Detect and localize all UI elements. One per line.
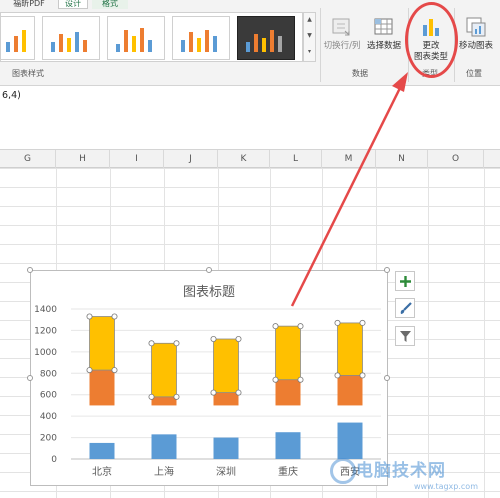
- selection-handle: [272, 376, 279, 383]
- watermark-url: www.tagxp.com: [414, 482, 478, 491]
- chart-style-3[interactable]: [107, 16, 165, 60]
- selection-handle: [235, 336, 242, 343]
- watermark: 电脑技术网 www.tagxp.com: [326, 452, 498, 496]
- group-label-location: 位置: [466, 69, 482, 78]
- chart-resize-handle-tc[interactable]: [206, 267, 212, 273]
- y-tick-label: 800: [40, 369, 57, 379]
- x-tick-label: 重庆: [278, 465, 298, 478]
- gallery-down-icon[interactable]: ▼: [304, 31, 315, 41]
- y-tick-label: 0: [51, 455, 57, 465]
- formula-text: 6,4): [2, 90, 21, 101]
- chart-resize-handle-ml[interactable]: [27, 375, 33, 381]
- y-tick-label: 1200: [34, 326, 57, 336]
- selection-handle: [297, 323, 304, 330]
- bar-series-1: [213, 437, 239, 459]
- bar-series-2: [337, 375, 363, 406]
- paintbrush-icon: [400, 302, 412, 314]
- select-data-icon: [374, 18, 393, 35]
- chart-resize-handle-tl[interactable]: [27, 267, 33, 273]
- bar-series-3: [213, 338, 239, 393]
- tab-format[interactable]: 格式: [92, 0, 128, 9]
- chart-style-1[interactable]: [1, 16, 35, 60]
- chart-elements-button[interactable]: [395, 271, 415, 291]
- selection-handle: [210, 336, 217, 343]
- y-tick-label: 600: [40, 391, 57, 401]
- move-chart-button[interactable]: 移动图表: [456, 12, 496, 66]
- column-header-k[interactable]: K: [218, 150, 270, 168]
- chart-filters-button[interactable]: [395, 326, 415, 346]
- column-header-m[interactable]: M: [322, 150, 376, 168]
- chart-style-2[interactable]: [42, 16, 100, 60]
- switch-row-column-label: 切换行/列: [323, 41, 361, 51]
- selection-handle: [297, 376, 304, 383]
- selection-handle: [148, 393, 155, 400]
- select-data-button[interactable]: 选择数据: [364, 12, 404, 66]
- selection-handle: [334, 319, 341, 326]
- gallery-scrollbar[interactable]: ▲ ▼ ▾: [303, 12, 316, 62]
- selection-handle: [86, 367, 93, 374]
- y-tick-label: 200: [40, 434, 57, 444]
- bar-series-3: [275, 325, 301, 381]
- selection-handle: [173, 393, 180, 400]
- move-chart-label: 移动图表: [458, 41, 493, 51]
- watermark-text: 电脑技术网: [356, 461, 446, 481]
- selection-handle: [210, 389, 217, 396]
- selection-handle: [359, 319, 366, 326]
- gallery-more-icon[interactable]: ▾: [304, 47, 315, 57]
- column-header-row: G H I J K L M N O: [0, 150, 500, 168]
- selection-handle: [359, 372, 366, 379]
- selection-handle: [148, 340, 155, 347]
- selection-handle: [235, 389, 242, 396]
- selection-handle: [334, 372, 341, 379]
- selection-handle: [86, 313, 93, 320]
- bar-series-1: [151, 434, 177, 459]
- column-header-h[interactable]: H: [56, 150, 110, 168]
- y-tick-label: 1400: [34, 305, 57, 315]
- bar-series-2: [213, 392, 239, 406]
- highlight-circle: [405, 2, 458, 78]
- chart-resize-handle-mr[interactable]: [384, 375, 390, 381]
- bar-series-3: [151, 342, 177, 398]
- watermark-logo-icon: [330, 458, 356, 484]
- column-header-o[interactable]: O: [428, 150, 484, 168]
- x-tick-label: 深圳: [216, 466, 236, 478]
- switch-row-column-button[interactable]: 切换行/列: [320, 12, 364, 66]
- x-tick-label: 北京: [92, 465, 112, 478]
- column-header-j[interactable]: J: [164, 150, 218, 168]
- column-header-n[interactable]: N: [376, 150, 428, 168]
- tab-design[interactable]: 设计: [58, 0, 88, 9]
- selection-handle: [272, 323, 279, 330]
- group-label-chart-styles: 图表样式: [12, 69, 44, 78]
- tab-foxit-pdf[interactable]: 福昕PDF: [2, 0, 56, 9]
- bar-series-1: [89, 442, 115, 459]
- select-data-label: 选择数据: [366, 41, 401, 51]
- formula-bar[interactable]: 6,4): [0, 86, 500, 150]
- bar-series-2: [151, 396, 177, 406]
- selection-handle: [173, 340, 180, 347]
- column-header-g[interactable]: G: [0, 150, 56, 168]
- column-header-i[interactable]: I: [110, 150, 164, 168]
- y-tick-label: 400: [40, 412, 57, 422]
- bar-series-1: [275, 432, 301, 459]
- chart-style-gallery: [0, 12, 303, 62]
- y-tick-label: 1000: [34, 348, 57, 358]
- bar-series-3: [89, 316, 115, 371]
- bar-series-2: [275, 379, 301, 406]
- group-label-data: 数据: [352, 69, 368, 78]
- gallery-up-icon[interactable]: ▲: [304, 15, 315, 25]
- move-chart-icon: [466, 17, 486, 37]
- chart-style-4[interactable]: [172, 16, 230, 60]
- switch-row-column-icon: [332, 18, 350, 36]
- chart-resize-handle-tr[interactable]: [384, 267, 390, 273]
- plus-icon: [400, 276, 411, 287]
- x-tick-label: 上海: [154, 465, 174, 478]
- selection-handle: [111, 313, 118, 320]
- chart-styles-button[interactable]: [395, 298, 415, 318]
- selection-handle: [111, 367, 118, 374]
- column-header-l[interactable]: L: [270, 150, 322, 168]
- chart-style-5[interactable]: [237, 16, 295, 60]
- filter-icon: [400, 331, 411, 342]
- bar-series-3: [337, 322, 363, 376]
- bar-series-2: [89, 370, 115, 406]
